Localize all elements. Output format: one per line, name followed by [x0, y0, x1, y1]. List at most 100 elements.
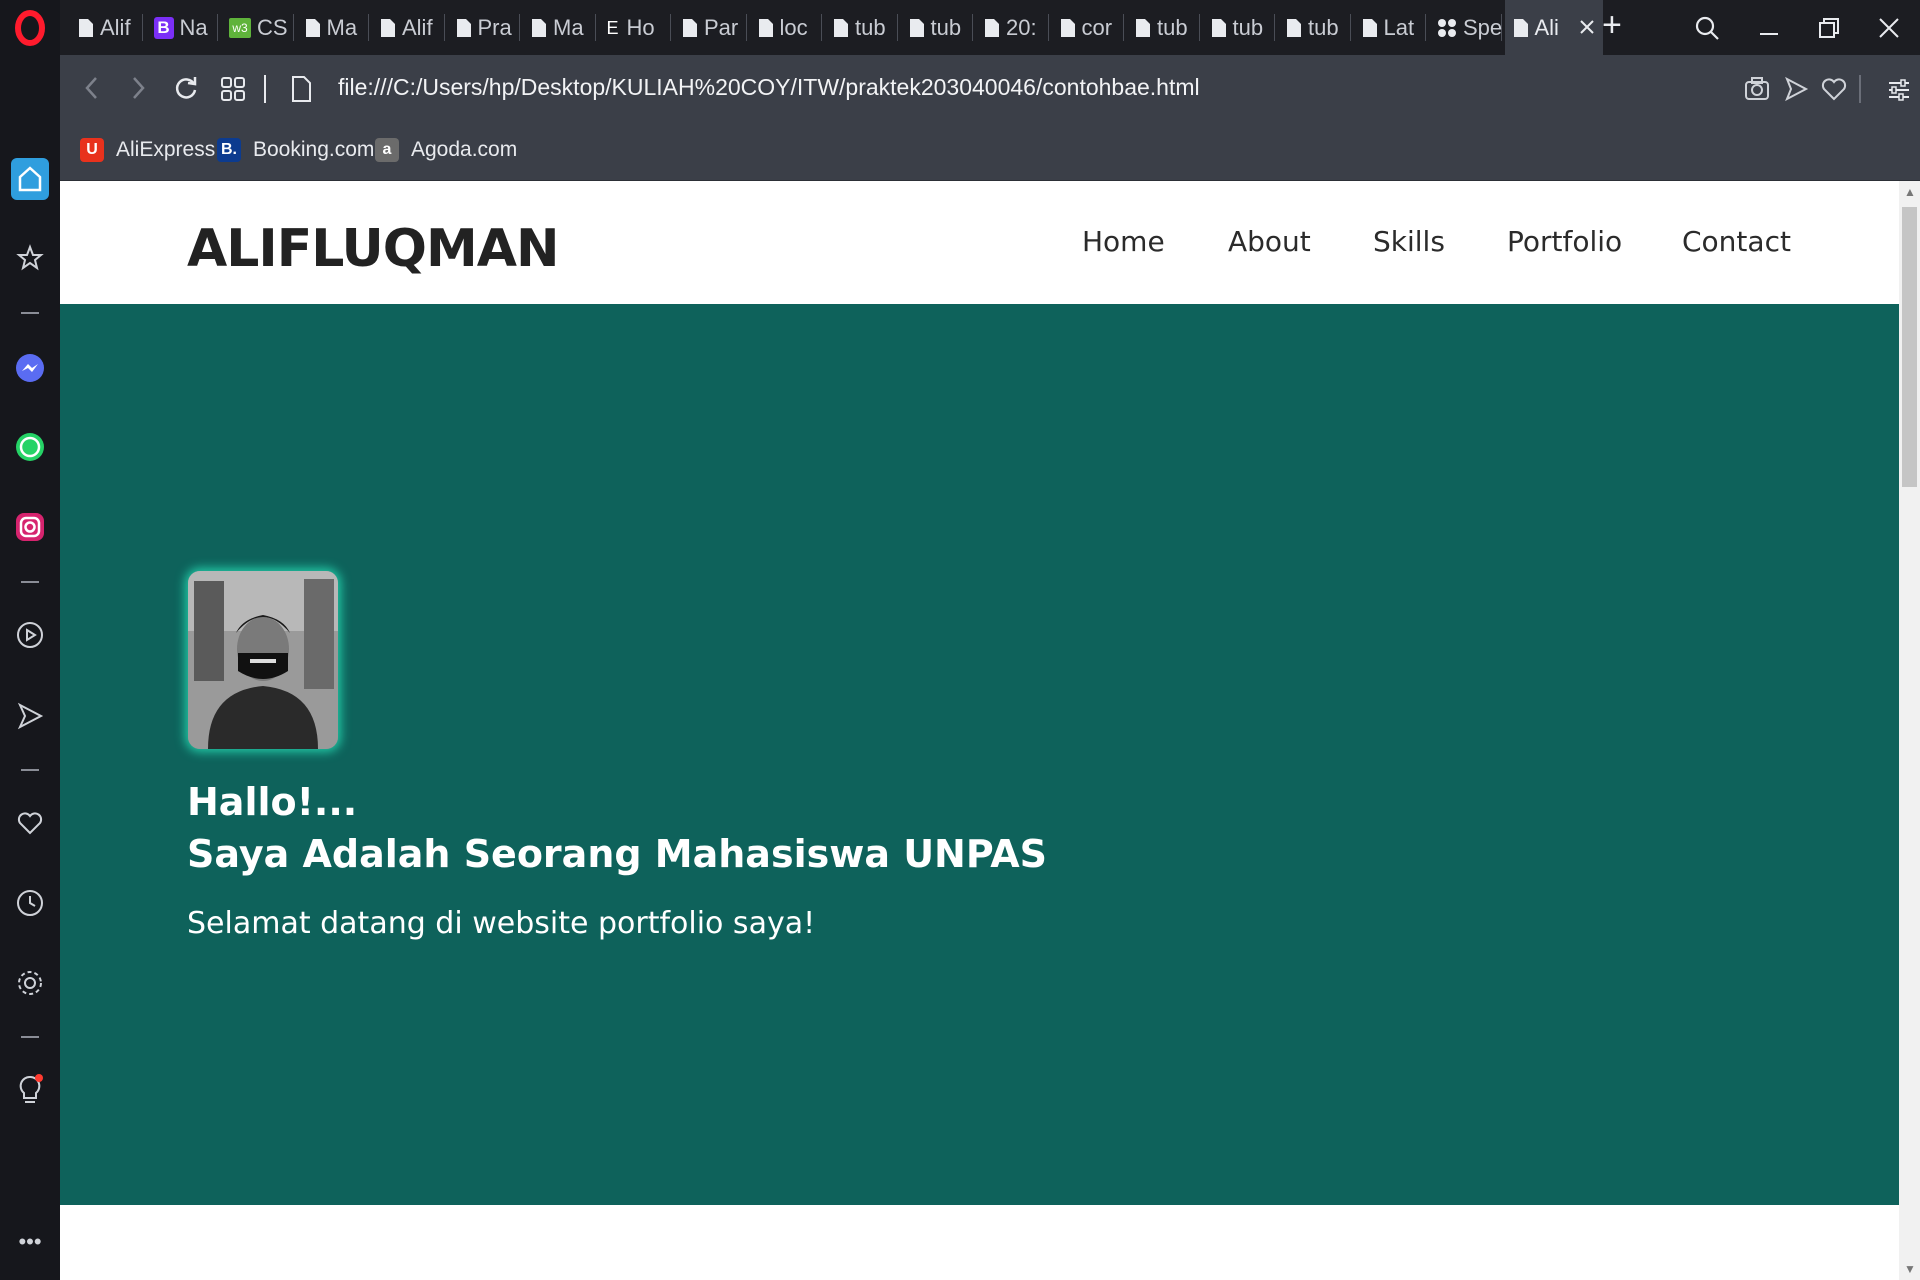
sidebar-divider [21, 1036, 39, 1038]
tab-title: Alif [402, 14, 433, 40]
minimize-icon[interactable] [1758, 17, 1780, 39]
bookmark-label: Booking.com [253, 138, 375, 161]
browser-tab[interactable]: tub [1127, 0, 1203, 55]
browser-tab[interactable]: Ma [297, 0, 373, 55]
hero-headline: Saya Adalah Seorang Mahasiswa UNPAS [187, 832, 1047, 876]
tab-title: cor [1081, 14, 1113, 40]
easy-setup-icon[interactable] [1887, 78, 1911, 107]
page-icon [984, 18, 1000, 38]
forward-icon[interactable] [126, 73, 150, 108]
search-icon[interactable] [1694, 15, 1720, 41]
browser-tab[interactable]: Lat [1354, 0, 1430, 55]
tab-title: Alif [100, 14, 131, 40]
page-icon [682, 18, 698, 38]
nav-link-contact[interactable]: Contact [1682, 225, 1791, 258]
new-tab-button[interactable]: + [1602, 6, 1622, 45]
profile-photo [188, 571, 338, 749]
reload-icon[interactable] [172, 74, 200, 107]
url-field[interactable]: file:///C:/Users/hp/Desktop/KULIAH%20COY… [338, 74, 1738, 101]
back-icon[interactable] [80, 73, 104, 108]
browser-tab[interactable]: Pra [448, 0, 524, 55]
bootstrap-icon: B [153, 16, 174, 39]
hero-section: Hallo!... Saya Adalah Seorang Mahasiswa … [60, 304, 1899, 1205]
browser-tab[interactable]: tub [1278, 0, 1354, 55]
bookmark-item[interactable]: a Agoda.com [375, 132, 517, 168]
tab-title: tub [855, 14, 886, 40]
restore-icon[interactable] [1818, 17, 1840, 39]
bookmark-favicon-icon: B. [217, 138, 241, 162]
sidebar-divider [21, 769, 39, 771]
tab-title: Lat [1383, 14, 1415, 40]
address-bar: file:///C:/Users/hp/Desktop/KULIAH%20COY… [60, 55, 1920, 122]
star-icon[interactable] [10, 238, 50, 278]
web-page: ALIFLUQMAN Home About Skills Portfolio C… [60, 181, 1899, 1280]
instagram-icon[interactable] [10, 507, 50, 547]
close-tab-icon[interactable] [1579, 15, 1595, 41]
browser-tab[interactable]: tub [825, 0, 901, 55]
window-controls [1694, 0, 1920, 55]
bookmark-heart-icon[interactable] [1821, 76, 1847, 107]
browser-tab[interactable]: w3 CS [221, 0, 297, 55]
speed-dial-icon [1437, 18, 1457, 38]
browser-tab[interactable]: Ma [523, 0, 599, 55]
browser-tab[interactable]: tub [1203, 0, 1279, 55]
page-icon [1362, 18, 1378, 38]
browser-tab[interactable]: loc [750, 0, 826, 55]
tab-title: Pra [477, 14, 512, 40]
more-icon[interactable]: ••• [10, 1222, 50, 1262]
browser-tab[interactable]: Par [674, 0, 750, 55]
whatsapp-icon[interactable] [10, 427, 50, 467]
close-window-icon[interactable] [1878, 17, 1900, 39]
tab-title: Spe [1463, 14, 1503, 40]
scroll-up-icon[interactable]: ▲ [1904, 185, 1916, 199]
player-icon[interactable] [10, 615, 50, 655]
sidebar-divider [21, 312, 39, 314]
page-icon [758, 18, 774, 38]
w3-icon: w3 [229, 17, 251, 38]
send-page-icon[interactable] [1783, 76, 1809, 107]
browser-tab[interactable]: Alif [70, 0, 146, 55]
tab-grid-icon[interactable] [220, 76, 246, 107]
hero-greeting: Hallo!... [187, 780, 358, 824]
browser-tab[interactable]: tub [901, 0, 977, 55]
tab-title: tub [930, 14, 962, 40]
bookmark-label: AliExpress [116, 138, 216, 161]
scroll-down-icon[interactable]: ▼ [1904, 1262, 1916, 1276]
page-icon [78, 18, 94, 38]
settings-gear-icon[interactable] [10, 963, 50, 1003]
site-brand[interactable]: ALIFLUQMAN [187, 219, 559, 279]
heart-icon[interactable] [10, 803, 50, 843]
snapshot-camera-icon[interactable] [1743, 76, 1771, 107]
nav-link-portfolio[interactable]: Portfolio [1507, 225, 1622, 258]
nav-link-about[interactable]: About [1228, 225, 1311, 258]
page-scrollbar[interactable]: ▲ ▼ [1899, 181, 1920, 1280]
bookmark-item[interactable]: B. Booking.com [217, 132, 374, 168]
toolbar-divider [264, 75, 266, 103]
browser-tab[interactable]: Spe [1429, 0, 1505, 55]
send-icon[interactable] [10, 696, 50, 736]
browser-tab[interactable]: Alif [372, 0, 448, 55]
page-icon [1060, 18, 1076, 38]
bookmark-label: Agoda.com [411, 138, 518, 161]
nav-link-skills[interactable]: Skills [1373, 225, 1445, 258]
scrollbar-thumb[interactable] [1902, 207, 1917, 487]
opera-logo-icon[interactable] [10, 8, 50, 48]
page-icon [456, 18, 472, 38]
lightbulb-icon[interactable] [10, 1070, 50, 1110]
browser-tab[interactable]: Ali [1504, 0, 1603, 55]
nav-link-home[interactable]: Home [1082, 225, 1165, 258]
home-icon[interactable] [11, 158, 49, 200]
browser-tab[interactable]: E Ho [599, 0, 675, 55]
browser-tab[interactable]: cor [1052, 0, 1128, 55]
history-icon[interactable] [10, 883, 50, 923]
browser-tab[interactable]: B Na [146, 0, 222, 55]
page-icon [1211, 18, 1227, 38]
browser-tab[interactable]: 20: [976, 0, 1052, 55]
tab-title: Par [704, 14, 739, 40]
file-page-icon [290, 75, 312, 108]
tab-title: tub [1157, 14, 1188, 40]
bookmark-item[interactable]: U AliExpress [80, 132, 215, 168]
tab-title: Ho [626, 14, 655, 40]
messenger-icon[interactable] [10, 348, 50, 388]
tab-title: 20: [1006, 14, 1037, 40]
